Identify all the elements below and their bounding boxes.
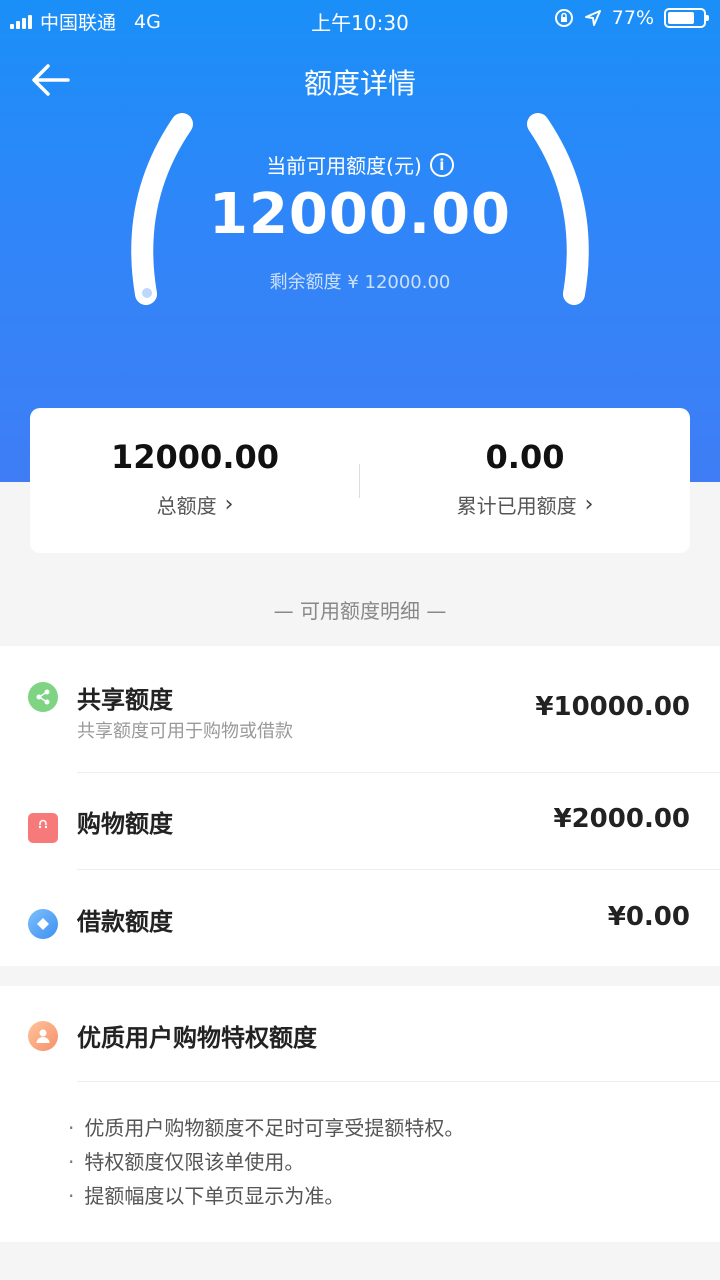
privilege-title: 优质用户购物特权额度 <box>77 1024 317 1052</box>
chevron-right-icon: › <box>584 492 594 517</box>
chevron-right-icon: › <box>224 492 234 517</box>
credit-summary-card: 12000.00 总额度 › 0.00 累计已用额度 › <box>30 408 690 553</box>
credit-item-amount: ¥2000.00 <box>553 804 690 834</box>
used-credit-value: 0.00 <box>485 438 565 476</box>
credit-item-desc: 共享额度可用于购物或借款 <box>77 721 293 742</box>
credit-list: 共享额度 共享额度可用于购物或借款 ¥10000.00 购物额度 ¥2000.0… <box>0 646 720 966</box>
section-title: — 可用额度明细 — <box>273 599 447 623</box>
remaining-credit: 剩余额度 ¥ 12000.00 <box>269 272 451 293</box>
privilege-notes: 优质用户购物额度不足时可享受提额特权。 特权额度仅限该单使用。 提额幅度以下单页… <box>68 1111 464 1213</box>
list-item[interactable]: 共享额度 共享额度可用于购物或借款 ¥10000.00 <box>0 646 720 773</box>
note-item: 特权额度仅限该单使用。 <box>68 1145 464 1179</box>
user-icon <box>28 1021 58 1051</box>
credit-item-amount: ¥10000.00 <box>535 692 690 722</box>
privilege-section: 优质用户购物特权额度 优质用户购物额度不足时可享受提额特权。 特权额度仅限该单使… <box>0 986 720 1242</box>
total-credit-label: 总额度 <box>156 494 217 518</box>
note-item: 提额幅度以下单页显示为准。 <box>68 1179 464 1213</box>
list-item[interactable]: 购物额度 ¥2000.00 <box>0 773 720 870</box>
used-credit-label: 累计已用额度 <box>456 494 577 518</box>
available-credit-label: 当前可用额度(元) i <box>0 150 720 179</box>
credit-item-name: 借款额度 <box>77 908 173 936</box>
note-item: 优质用户购物额度不足时可享受提额特权。 <box>68 1111 464 1145</box>
info-icon[interactable]: i <box>429 152 454 177</box>
shopping-bag-icon <box>28 813 58 843</box>
total-credit-value: 12000.00 <box>110 438 279 476</box>
available-credit-amount: 12000.00 <box>208 182 512 247</box>
list-item[interactable]: 借款额度 ¥0.00 <box>0 870 720 966</box>
credit-item-amount: ¥0.00 <box>607 902 690 932</box>
used-credit[interactable]: 0.00 累计已用额度 › <box>360 408 690 553</box>
total-credit[interactable]: 12000.00 总额度 › <box>30 408 360 553</box>
credit-item-name: 共享额度 <box>77 686 173 714</box>
credit-item-name: 购物额度 <box>77 810 173 838</box>
diamond-icon <box>28 909 58 939</box>
share-icon <box>28 682 58 712</box>
divider <box>77 1081 720 1082</box>
